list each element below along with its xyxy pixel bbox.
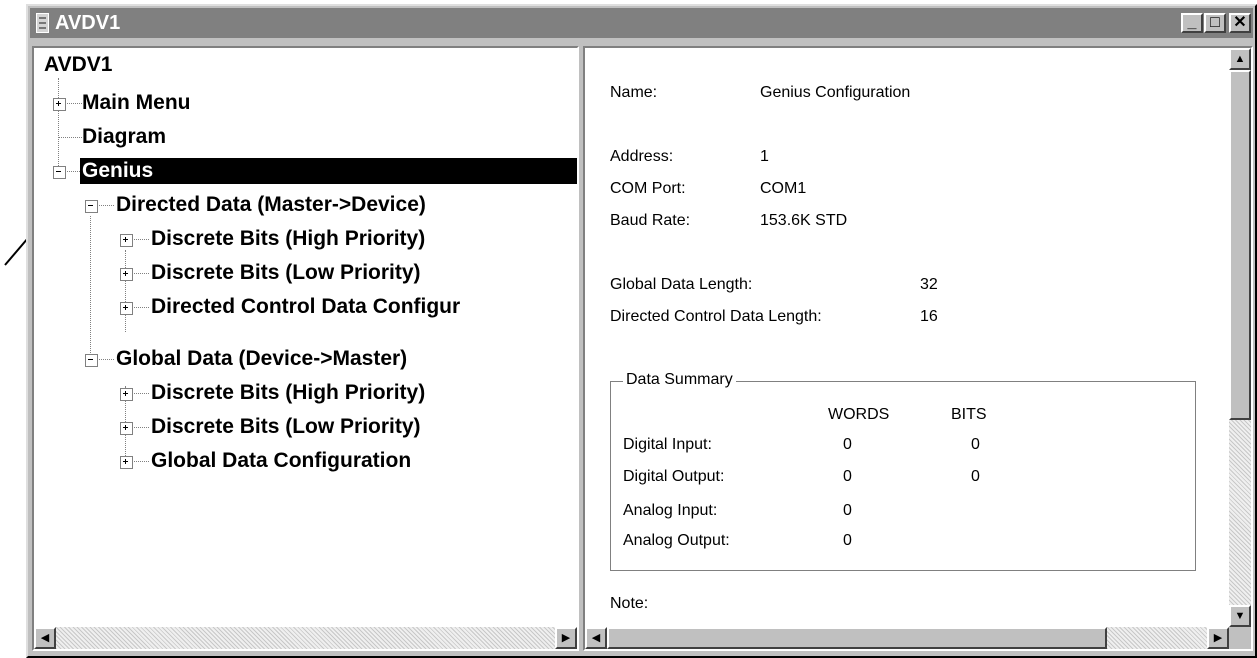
close-button[interactable]: ✕ bbox=[1229, 13, 1251, 33]
scroll-up-icon: ▲ bbox=[1234, 53, 1246, 65]
tree-item-discrete-low[interactable]: Discrete Bits (Low Priority) bbox=[151, 260, 421, 286]
words-header: WORDS bbox=[828, 406, 890, 423]
maximize-button[interactable]: □ bbox=[1204, 13, 1226, 33]
data-summary-group: Data Summary WORDS BITS Digital Input: 0… bbox=[610, 371, 1196, 571]
tree-pane[interactable]: AVDV1 Main Menu Diagram Genius Directed bbox=[32, 46, 579, 651]
tree-item-directed-data[interactable]: Directed Data (Master->Device) bbox=[116, 192, 426, 218]
analog-input-words: 0 bbox=[843, 502, 852, 519]
com-port-value: COM1 bbox=[760, 180, 807, 197]
details-hscroll-thumb[interactable] bbox=[607, 627, 1107, 649]
global-data-length-value: 32 bbox=[920, 276, 938, 293]
details-scroll-up-button[interactable]: ▲ bbox=[1229, 48, 1251, 70]
app-window: AVDV1 _ □ ✕ AVDV1 Main Menu Diagram Geni… bbox=[26, 4, 1257, 658]
global-data-length-label: Global Data Length: bbox=[610, 276, 753, 293]
maximize-icon: □ bbox=[1210, 14, 1220, 31]
tree-item-main-menu[interactable]: Main Menu bbox=[82, 90, 191, 116]
details-scroll-right-button[interactable]: ▶ bbox=[1207, 627, 1229, 649]
expand-main-menu-icon[interactable] bbox=[53, 98, 66, 111]
details-scroll-left-button[interactable]: ◀ bbox=[585, 627, 607, 649]
details-pane: Name: Genius Configuration Address: 1 CO… bbox=[583, 46, 1253, 651]
tree-scroll-left-button[interactable]: ◀ bbox=[34, 627, 56, 649]
title-bar[interactable]: AVDV1 _ □ ✕ bbox=[30, 8, 1253, 38]
note-label: Note: bbox=[610, 595, 649, 612]
tree-hscrollbar[interactable]: ◀ ▶ bbox=[34, 627, 577, 649]
baud-rate-value: 153.6K STD bbox=[760, 212, 848, 229]
details-vscrollbar[interactable]: ▲ ▼ bbox=[1229, 48, 1251, 627]
scroll-right-icon: ▶ bbox=[1213, 632, 1223, 644]
tree-item-global-discrete-low[interactable]: Discrete Bits (Low Priority) bbox=[151, 414, 421, 440]
details-hscroll-track[interactable] bbox=[1107, 627, 1207, 649]
tree-item-directed-control[interactable]: Directed Control Data Configur bbox=[151, 294, 460, 320]
analog-output-words: 0 bbox=[843, 532, 852, 549]
tree-item-genius[interactable]: Genius bbox=[80, 158, 577, 184]
digital-output-bits: 0 bbox=[971, 468, 980, 485]
com-port-label: COM Port: bbox=[610, 180, 686, 197]
digital-input-label: Digital Input: bbox=[623, 436, 712, 453]
details-scroll-down-button[interactable]: ▼ bbox=[1229, 605, 1251, 627]
name-label: Name: bbox=[610, 84, 658, 101]
collapse-directed-data-icon[interactable] bbox=[85, 200, 98, 213]
digital-input-bits: 0 bbox=[971, 436, 980, 453]
bits-header: BITS bbox=[951, 406, 987, 423]
close-icon: ✕ bbox=[1233, 14, 1247, 31]
address-label: Address: bbox=[610, 148, 674, 165]
expand-global-data-config-icon[interactable] bbox=[120, 456, 133, 469]
tree-item-global-data[interactable]: Global Data (Device->Master) bbox=[116, 346, 407, 372]
tree-item-discrete-high[interactable]: Discrete Bits (High Priority) bbox=[151, 226, 425, 252]
analog-output-label: Analog Output: bbox=[623, 532, 730, 549]
scroll-right-icon: ▶ bbox=[561, 632, 571, 644]
baud-rate-label: Baud Rate: bbox=[610, 212, 691, 229]
scroll-left-icon: ◀ bbox=[591, 632, 601, 644]
collapse-genius-icon[interactable] bbox=[53, 166, 66, 179]
digital-output-words: 0 bbox=[843, 468, 852, 485]
tree-item-global-data-config[interactable]: Global Data Configuration bbox=[151, 448, 411, 474]
address-value: 1 bbox=[760, 148, 769, 165]
window-title: AVDV1 bbox=[55, 12, 121, 34]
expand-global-discrete-high-icon[interactable] bbox=[120, 388, 133, 401]
details-vscroll-thumb[interactable] bbox=[1229, 70, 1251, 420]
expand-discrete-high-icon[interactable] bbox=[120, 234, 133, 247]
collapse-global-data-icon[interactable] bbox=[85, 354, 98, 367]
data-summary-title: Data Summary bbox=[623, 371, 736, 389]
tree-root[interactable]: AVDV1 bbox=[44, 52, 112, 78]
directed-data-length-value: 16 bbox=[920, 308, 938, 325]
tree-hscroll-track[interactable] bbox=[56, 627, 555, 649]
scroll-down-icon: ▼ bbox=[1234, 610, 1246, 622]
app-icon[interactable] bbox=[36, 13, 49, 33]
tree-item-diagram[interactable]: Diagram bbox=[82, 124, 166, 150]
expand-directed-control-icon[interactable] bbox=[120, 302, 133, 315]
scroll-left-icon: ◀ bbox=[40, 632, 50, 644]
digital-output-label: Digital Output: bbox=[623, 468, 725, 485]
analog-input-label: Analog Input: bbox=[623, 502, 718, 519]
tree-scroll-right-button[interactable]: ▶ bbox=[555, 627, 577, 649]
digital-input-words: 0 bbox=[843, 436, 852, 453]
minimize-button[interactable]: _ bbox=[1181, 13, 1203, 33]
name-value: Genius Configuration bbox=[760, 84, 911, 101]
directed-data-length-label: Directed Control Data Length: bbox=[610, 308, 822, 325]
details-hscrollbar[interactable]: ◀ ▶ bbox=[585, 627, 1229, 649]
expand-global-discrete-low-icon[interactable] bbox=[120, 422, 133, 435]
details-vscroll-track[interactable] bbox=[1229, 420, 1251, 605]
tree-item-global-discrete-high[interactable]: Discrete Bits (High Priority) bbox=[151, 380, 425, 406]
scroll-corner bbox=[1229, 627, 1251, 649]
expand-discrete-low-icon[interactable] bbox=[120, 268, 133, 281]
minimize-icon: _ bbox=[1187, 14, 1197, 31]
